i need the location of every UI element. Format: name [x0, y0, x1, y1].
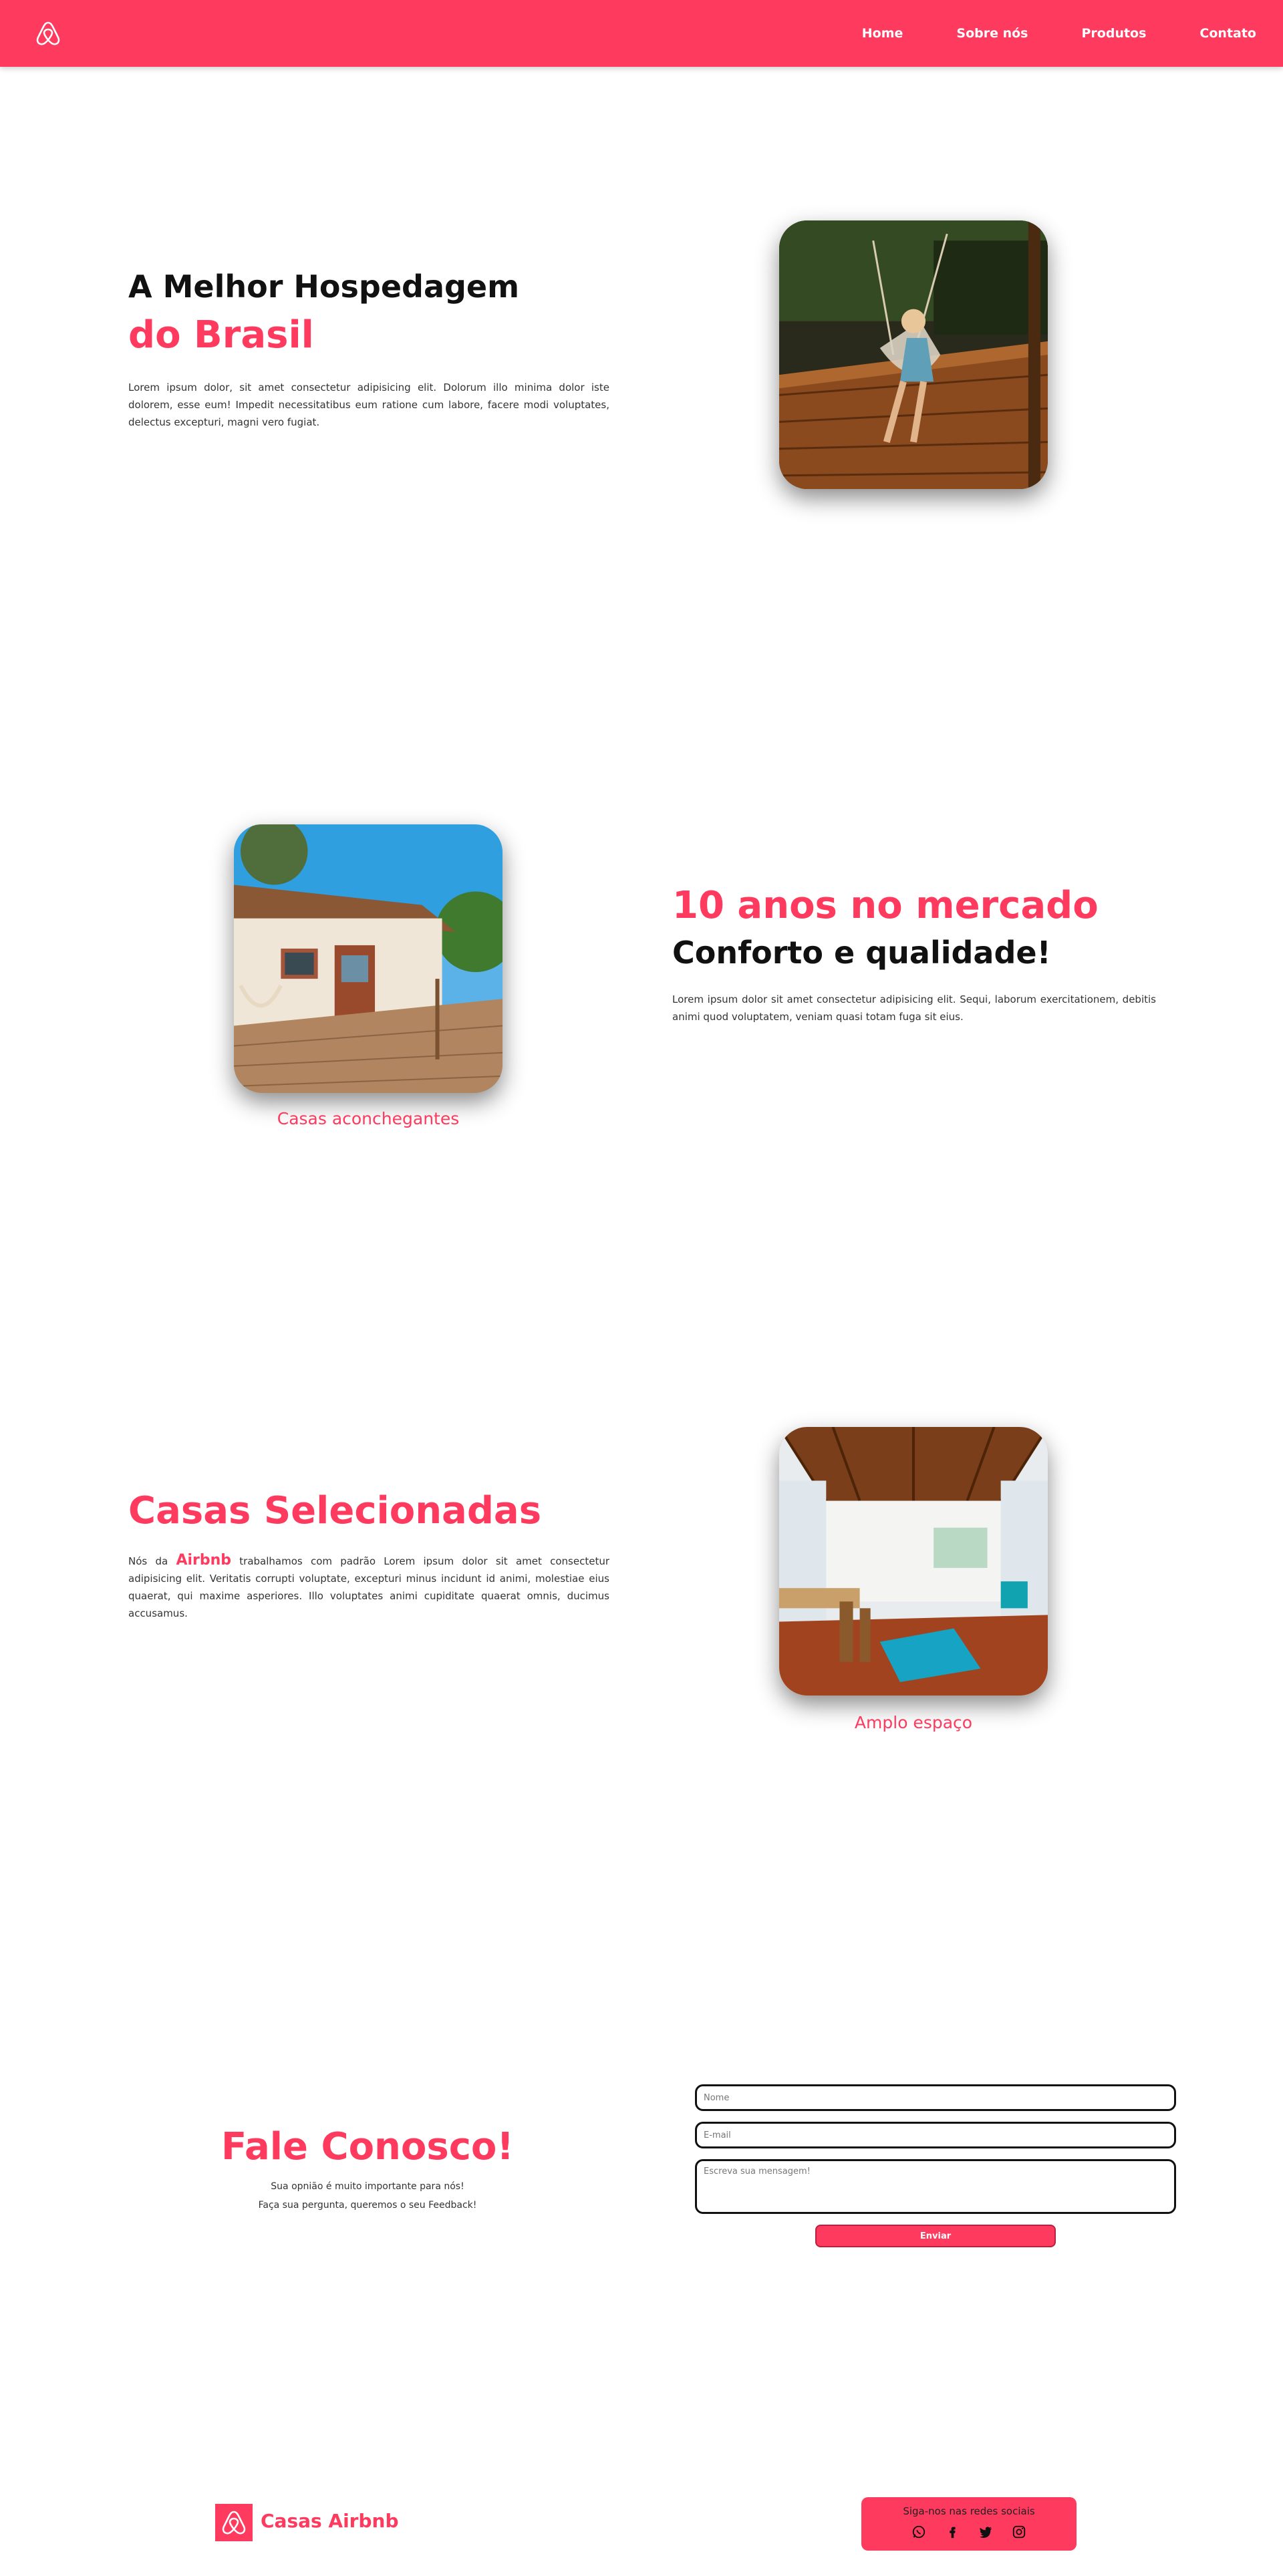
about-text-block: 10 anos no mercado Conforto e qualidade!…: [672, 882, 1156, 1025]
contact-line1: Sua opnião é muito importante para nós!: [271, 2181, 464, 2192]
social-box: Siga-nos nas redes sociais: [861, 2497, 1077, 2551]
name-input[interactable]: [695, 2084, 1176, 2111]
hero-text-block: A Melhor Hospedagem do Brasil Lorem ipsu…: [128, 267, 609, 431]
about-paragraph: Lorem ipsum dolor sit amet consectetur a…: [672, 993, 1156, 1023]
social-icons: [861, 2523, 1077, 2541]
about-title-line2: Conforto e qualidade!: [672, 934, 1051, 971]
contact-title: Fale Conosco!: [221, 2125, 514, 2168]
about-photo-house: [234, 824, 503, 1093]
send-button[interactable]: Enviar: [815, 2225, 1056, 2247]
hero-section: A Melhor Hospedagem do Brasil Lorem ipsu…: [0, 0, 1283, 601]
instagram-icon[interactable]: [1010, 2523, 1028, 2541]
facebook-icon[interactable]: [943, 2523, 962, 2541]
selected-text-block: Casas Selecionadas Nós da Airbnb trabalh…: [128, 1487, 609, 1622]
hero-photo-hammock: [779, 220, 1048, 489]
contact-text-block: Fale Conosco! Sua opnião é muito importa…: [134, 2123, 601, 2211]
selected-brand: Airbnb: [176, 1551, 232, 1569]
hero-title-line2: do Brasil: [128, 313, 314, 357]
contact-line2: Faça sua pergunta, queremos o seu Feedba…: [258, 2199, 477, 2211]
about-title-line1: 10 anos no mercado: [672, 884, 1099, 927]
social-title: Siga-nos nas redes sociais: [903, 2505, 1035, 2517]
footer-brand-name: Casas Airbnb: [261, 2510, 399, 2532]
email-input[interactable]: [695, 2122, 1176, 2148]
selected-section: Casas Selecionadas Nós da Airbnb trabalh…: [0, 1336, 1283, 1804]
about-section: Casas aconchegantes 10 anos no mercado C…: [0, 735, 1283, 1202]
selected-text-before: Nós da: [128, 1555, 168, 1567]
twitter-icon[interactable]: [976, 2523, 995, 2541]
hero-title-line1: A Melhor Hospedagem: [128, 269, 520, 305]
selected-paragraph: Nós da Airbnb trabalhamos com padrão Lor…: [128, 1552, 609, 1622]
about-photo-caption: Casas aconchegantes: [277, 1109, 460, 1128]
whatsapp-icon[interactable]: [909, 2523, 928, 2541]
message-textarea[interactable]: [695, 2159, 1176, 2214]
selected-photo-caption: Amplo espaço: [854, 1713, 973, 1732]
footer-logo-icon[interactable]: [215, 2504, 253, 2541]
hero-paragraph: Lorem ipsum dolor, sit amet consectetur …: [128, 381, 609, 428]
selected-title: Casas Selecionadas: [128, 1489, 542, 1533]
selected-photo-interior: [779, 1427, 1048, 1696]
